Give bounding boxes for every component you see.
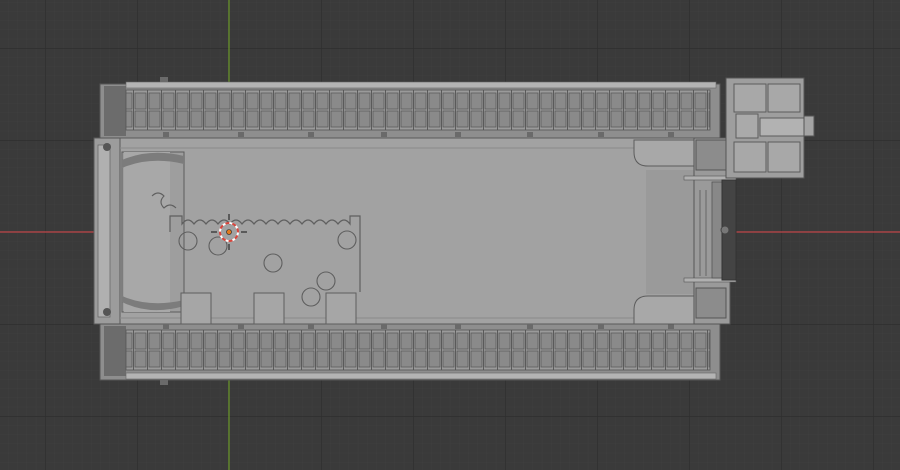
floor-boxes [180, 292, 357, 325]
rear-shaft [121, 151, 185, 313]
front-gearbox [725, 77, 815, 179]
viewport-canvas[interactable] [0, 0, 900, 470]
cursor-origin-dot [226, 229, 232, 235]
tank-hull-model[interactable] [93, 77, 815, 385]
top-track [99, 81, 721, 139]
3d-viewport[interactable] [0, 0, 900, 470]
bottom-track [99, 323, 721, 381]
